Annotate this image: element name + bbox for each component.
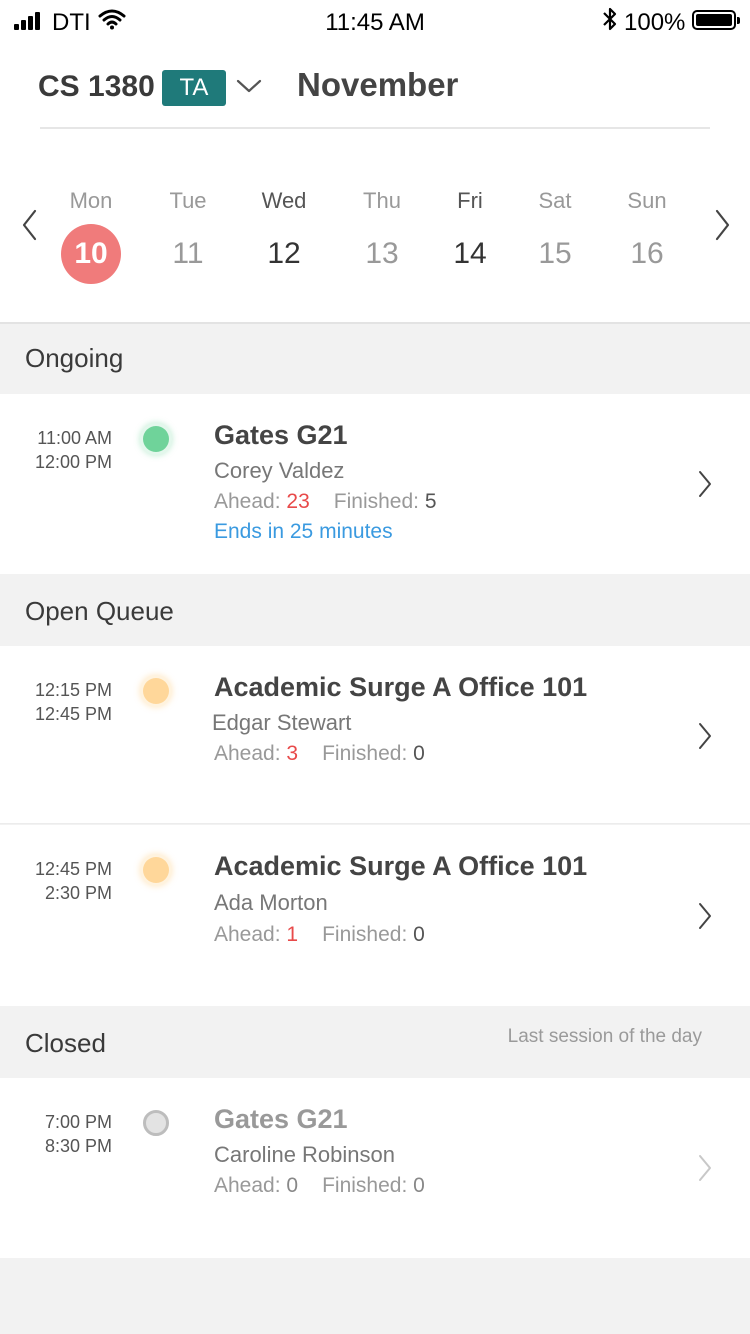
queue-stats: Ahead: 23 Finished: 5 xyxy=(214,490,437,514)
start-time: 12:15 PM xyxy=(34,680,112,700)
day-number: 12 xyxy=(267,237,301,270)
chevron-right-icon[interactable] xyxy=(698,722,712,750)
month-title: November xyxy=(297,66,459,103)
session-location: Academic Surge A Office 101 xyxy=(214,672,588,702)
session-times: 12:15 PM 12:45 PM xyxy=(0,678,150,726)
finished-label: Finished: xyxy=(322,923,408,946)
ahead-label: Ahead: xyxy=(214,923,281,946)
day-name: Fri xyxy=(457,188,483,213)
day-sun[interactable]: Sun 16 xyxy=(607,186,687,284)
ta-name: Caroline Robinson xyxy=(214,1142,395,1167)
ahead-label: Ahead: xyxy=(214,742,281,765)
day-name: Mon xyxy=(69,188,113,213)
section-title: Ongoing xyxy=(25,343,124,373)
ends-countdown: Ends in 25 minutes xyxy=(214,520,393,543)
day-fri[interactable]: Fri 14 xyxy=(430,186,510,284)
day-number: 13 xyxy=(365,237,399,270)
day-number: 10 xyxy=(61,224,121,284)
session-times: 12:45 PM 2:30 PM xyxy=(0,857,150,905)
chevron-right-icon[interactable] xyxy=(698,470,712,498)
status-indicator xyxy=(143,857,169,883)
session-card[interactable]: 11:00 AM 12:00 PM Gates G21 Corey Valdez… xyxy=(0,394,750,574)
ahead-count: 0 xyxy=(286,1174,299,1197)
day-number: 14 xyxy=(453,237,487,270)
status-indicator xyxy=(143,426,169,452)
chevron-right-icon[interactable] xyxy=(698,902,712,930)
section-title: Closed xyxy=(25,1028,106,1058)
start-time: 11:00 AM xyxy=(37,428,112,448)
finished-label: Finished: xyxy=(333,490,419,513)
day-wed[interactable]: Wed 12 xyxy=(244,186,324,284)
finished-label: Finished: xyxy=(322,1174,408,1197)
ta-name: Corey Valdez xyxy=(214,458,345,483)
session-location: Gates G21 xyxy=(214,1104,348,1134)
session-card[interactable]: 12:15 PM 12:45 PM Academic Surge A Offic… xyxy=(0,646,750,824)
day-number: 11 xyxy=(172,237,204,270)
day-tue[interactable]: Tue 11 xyxy=(148,186,228,284)
day-name: Wed xyxy=(261,188,307,213)
session-times: 7:00 PM 8:30 PM xyxy=(0,1110,150,1158)
ahead-label: Ahead: xyxy=(214,1174,281,1197)
end-time: 12:45 PM xyxy=(34,704,112,724)
course-name[interactable]: CS 1380 xyxy=(38,70,155,104)
section-note: Last session of the day xyxy=(507,1026,702,1047)
day-name: Sun xyxy=(627,188,667,213)
chevron-right-icon[interactable] xyxy=(712,208,732,242)
session-location: Academic Surge A Office 101 xyxy=(214,851,588,881)
status-indicator xyxy=(143,678,169,704)
section-closed-header: Closed Last session of the day xyxy=(0,1006,750,1078)
day-name: Tue xyxy=(169,188,207,213)
status-bar: DTI 11:45 AM 100% xyxy=(0,0,750,44)
session-card[interactable]: 12:45 PM 2:30 PM Academic Surge A Office… xyxy=(0,825,750,1006)
ta-name: Edgar Stewart xyxy=(212,710,352,735)
section-title: Open Queue xyxy=(25,596,174,626)
finished-count: 0 xyxy=(413,923,425,946)
finished-count: 0 xyxy=(413,1174,425,1197)
finished-count: 0 xyxy=(413,742,425,765)
ahead-count: 3 xyxy=(286,742,299,765)
session-location: Gates G21 xyxy=(214,420,348,450)
day-name: Sat xyxy=(538,188,572,213)
day-sat[interactable]: Sat 15 xyxy=(515,186,595,284)
session-card[interactable]: 7:00 PM 8:30 PM Gates G21 Caroline Robin… xyxy=(0,1078,750,1258)
finished-count: 5 xyxy=(424,490,437,513)
end-time: 8:30 PM xyxy=(44,1136,112,1156)
role-badge: TA xyxy=(162,70,226,106)
battery-icon xyxy=(692,10,740,30)
chevron-down-icon[interactable] xyxy=(236,76,262,96)
day-number: 15 xyxy=(538,237,572,270)
finished-label: Finished: xyxy=(322,742,408,765)
ta-name: Ada Morton xyxy=(214,890,328,915)
day-mon[interactable]: Mon 10 xyxy=(51,186,131,284)
status-indicator xyxy=(143,1110,169,1136)
section-ongoing-header: Ongoing xyxy=(0,324,750,394)
header: CS 1380 TA November Mon 10 Tue 11 Wed 12… xyxy=(0,44,750,324)
end-time: 2:30 PM xyxy=(44,883,112,903)
start-time: 7:00 PM xyxy=(44,1112,112,1132)
end-time: 12:00 PM xyxy=(34,452,112,472)
session-times: 11:00 AM 12:00 PM xyxy=(0,426,150,474)
bluetooth-icon xyxy=(603,7,617,31)
day-number: 16 xyxy=(630,237,664,270)
ahead-count: 23 xyxy=(286,490,310,513)
battery-percent: 100% xyxy=(624,9,686,36)
section-open-queue-header: Open Queue xyxy=(0,574,750,646)
day-thu[interactable]: Thu 13 xyxy=(342,186,422,284)
queue-stats: Ahead: 0 Finished: 0 xyxy=(214,1174,425,1198)
queue-stats: Ahead: 1 Finished: 0 xyxy=(214,923,425,947)
queue-stats: Ahead: 3 Finished: 0 xyxy=(214,742,425,766)
chevron-left-icon[interactable] xyxy=(20,208,40,242)
day-name: Thu xyxy=(363,188,401,213)
chevron-right-icon[interactable] xyxy=(698,1154,712,1182)
ahead-count: 1 xyxy=(286,923,299,946)
ahead-label: Ahead: xyxy=(214,490,281,513)
start-time: 12:45 PM xyxy=(34,859,112,879)
header-divider xyxy=(40,127,710,129)
